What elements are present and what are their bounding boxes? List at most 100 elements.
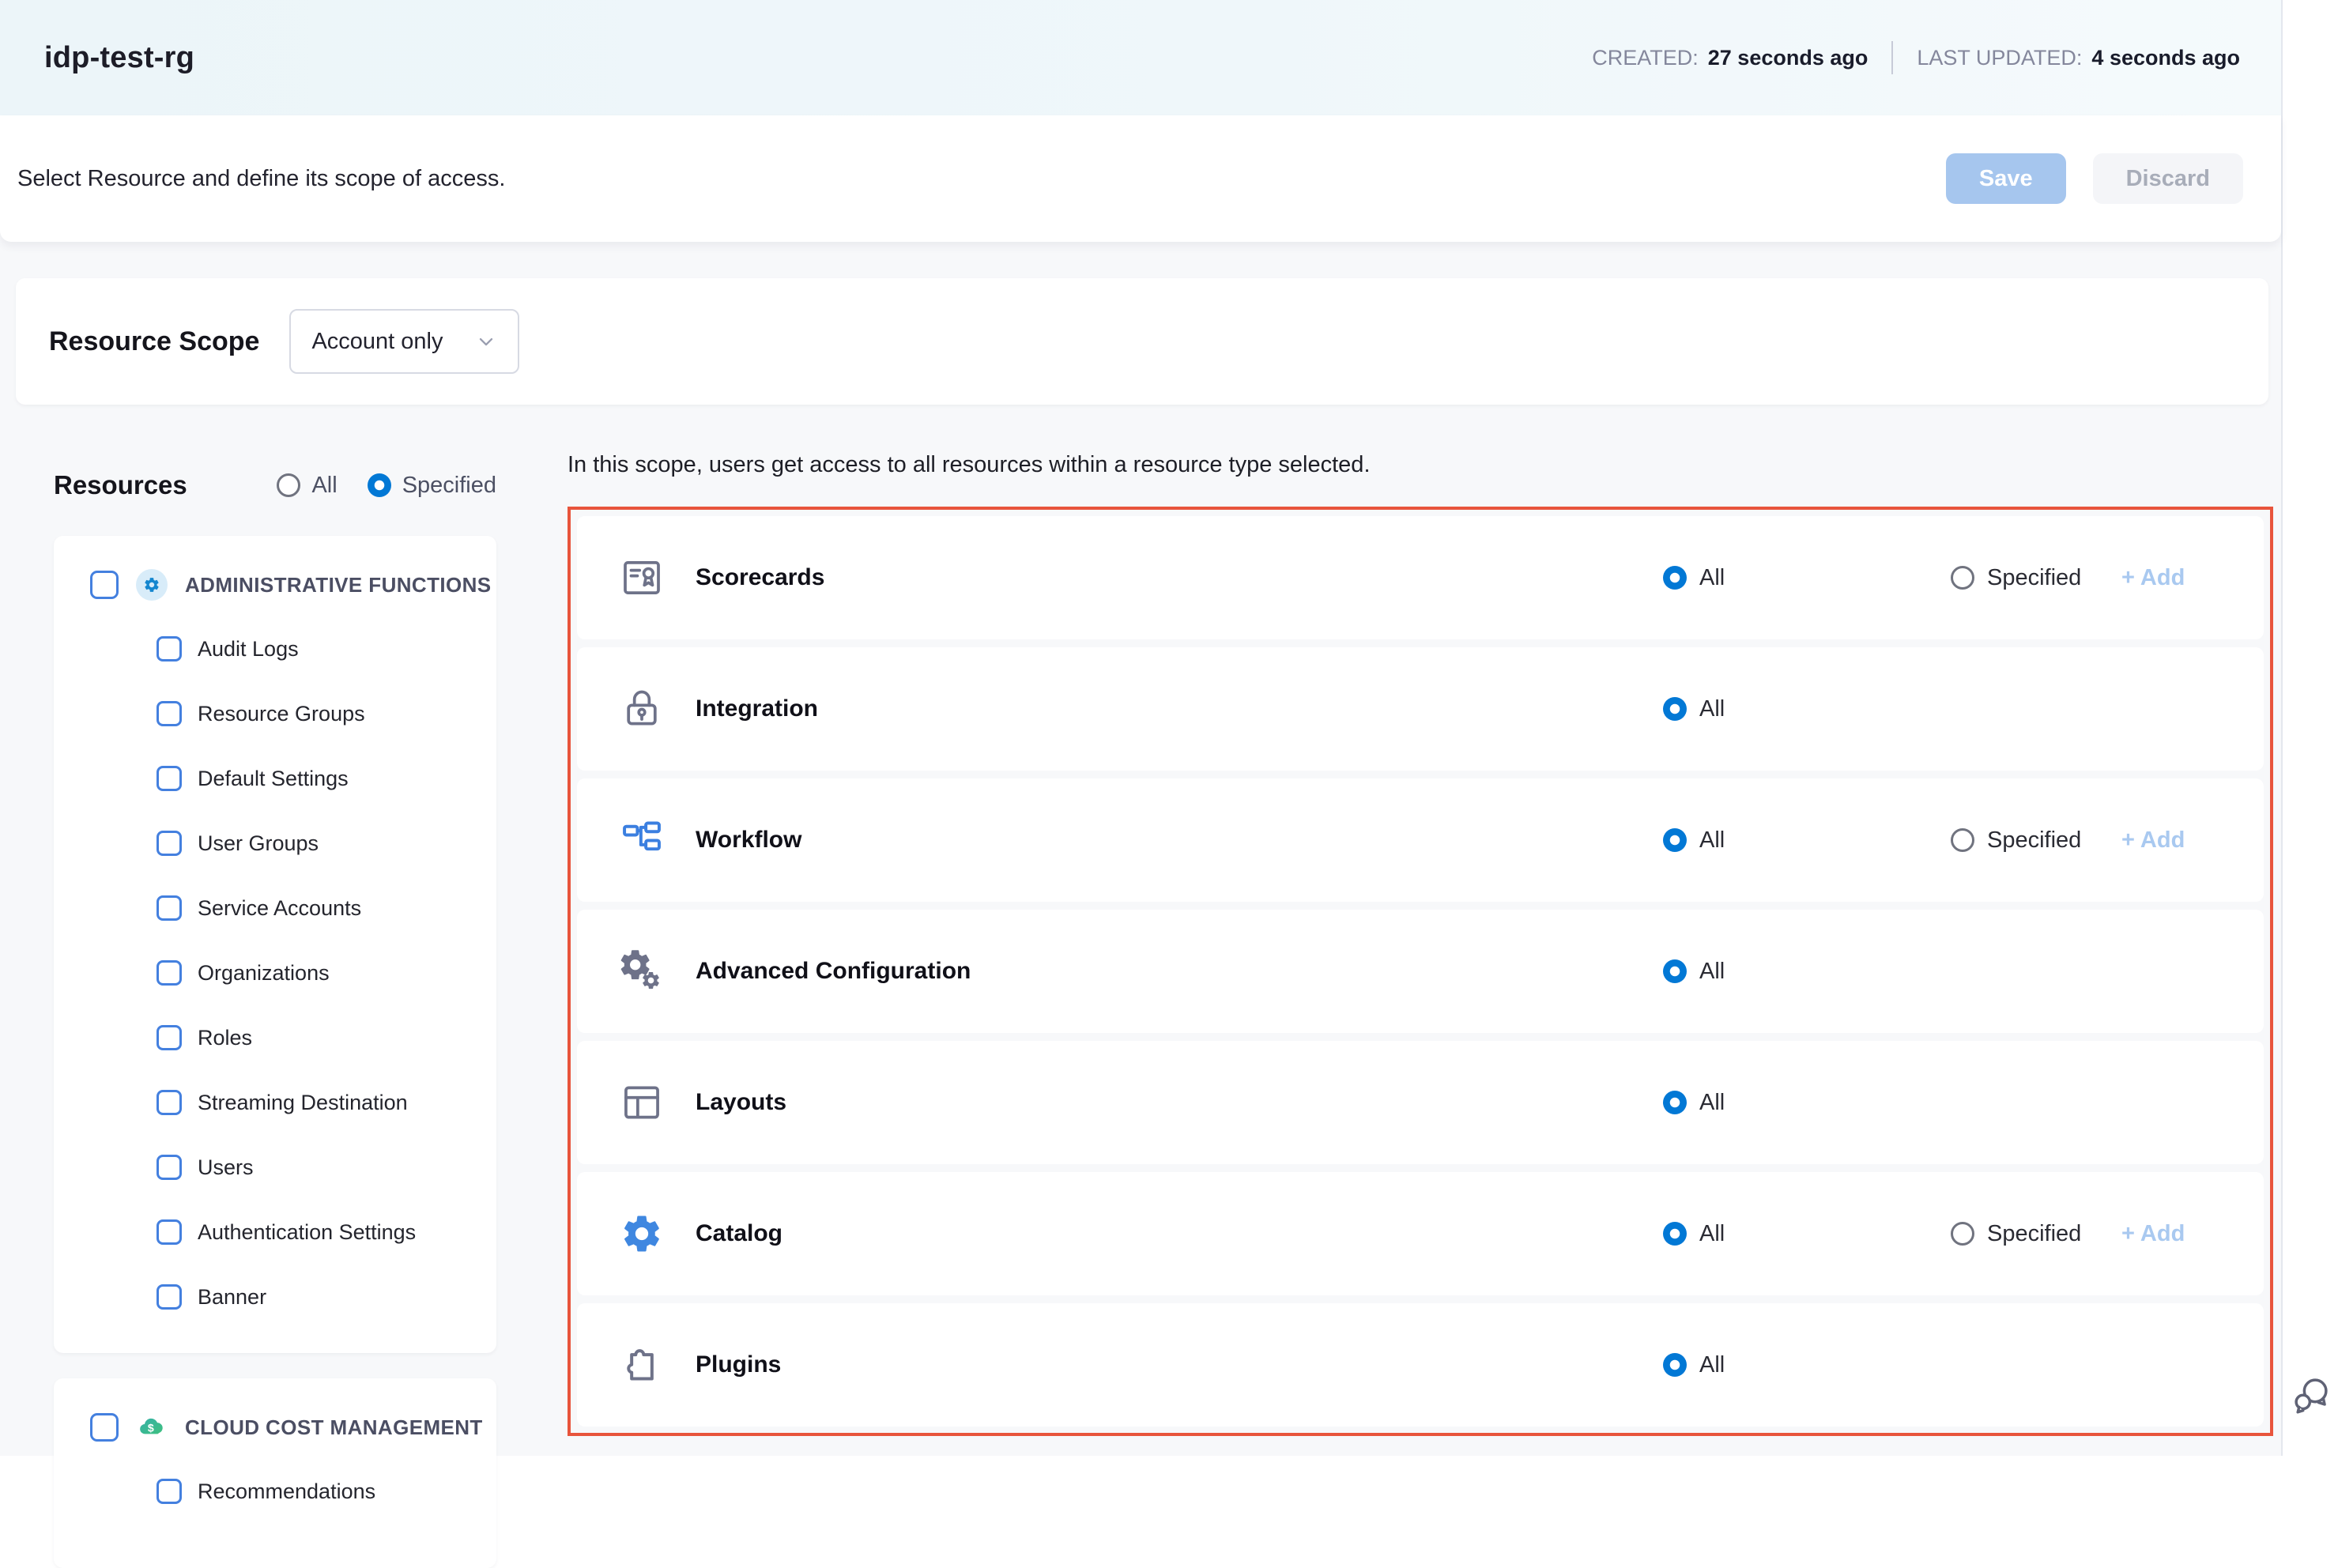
resources-group-card-0: ADMINISTRATIVE FUNCTIONS Audit Logs Resour… (54, 536, 496, 1353)
resources-specified-label: Specified (402, 473, 496, 499)
list-item[interactable]: Resource Groups (54, 681, 496, 746)
item-checkbox[interactable] (156, 636, 182, 662)
row-all-label: All (1699, 565, 1725, 591)
row-all-option[interactable]: All (1663, 1090, 1725, 1116)
resource-row-scorecards: Scorecards All Specified + Add (577, 516, 2264, 639)
item-checkbox[interactable] (156, 895, 182, 921)
row-all-option[interactable]: All (1663, 1221, 1725, 1247)
resource-scope-card: Resource Scope Account only (16, 278, 2268, 405)
list-item[interactable]: Service Accounts (54, 876, 496, 940)
add-link[interactable]: + Add (2121, 1221, 2185, 1247)
group-checkbox[interactable] (90, 1413, 119, 1442)
action-toolbar: Select Resource and define its scope of … (0, 115, 2281, 242)
list-item[interactable]: User Groups (54, 811, 496, 876)
row-all-label: All (1699, 827, 1725, 854)
svg-text:$: $ (148, 1422, 154, 1434)
row-all-option[interactable]: All (1663, 565, 1725, 591)
add-link[interactable]: + Add (2121, 827, 2185, 854)
list-item[interactable]: Authentication Settings (54, 1200, 496, 1265)
resource-scope-label: Resource Scope (49, 326, 259, 357)
item-label: Resource Groups (198, 702, 365, 726)
row-specified-label: Specified (1987, 827, 2081, 854)
header-meta: CREATED: 27 seconds ago LAST UPDATED: 4 … (1592, 41, 2240, 74)
row-all-label: All (1699, 1090, 1725, 1116)
save-button[interactable]: Save (1946, 153, 2066, 204)
list-item[interactable]: Users (54, 1135, 496, 1200)
row-all-label: All (1699, 696, 1725, 722)
group-checkbox[interactable] (90, 571, 119, 599)
resource-row-catalog: Catalog All Specified + Add (577, 1172, 2264, 1295)
row-specified-option[interactable]: Specified (1951, 565, 2081, 591)
resource-row-layouts: Layouts All (577, 1041, 2264, 1164)
resource-row-plugins: PluginsAll (577, 1303, 2264, 1427)
row-label: Scorecards (696, 564, 824, 591)
list-item[interactable]: Banner (54, 1265, 496, 1329)
row-all-radio[interactable] (1663, 1222, 1687, 1246)
row-all-option[interactable]: All (1663, 959, 1725, 985)
toolbar-actions: Save Discard (1946, 153, 2243, 204)
row-label: Catalog (696, 1220, 782, 1247)
item-label: Authentication Settings (198, 1220, 416, 1245)
list-item[interactable]: Organizations (54, 940, 496, 1005)
resources-all-radio[interactable]: All (277, 473, 337, 499)
scope-note: In this scope, users get access to all r… (568, 452, 1371, 478)
scorecard-icon (620, 556, 664, 600)
row-specified-radio[interactable] (1951, 1222, 1974, 1246)
row-all-radio[interactable] (1663, 828, 1687, 852)
updated-value: 4 seconds ago (2091, 46, 2240, 70)
resources-scope-radios: All Specified (277, 473, 496, 499)
item-checkbox[interactable] (156, 1284, 182, 1310)
row-all-option[interactable]: All (1663, 696, 1725, 722)
item-checkbox[interactable] (156, 1025, 182, 1050)
resources-group-card-1: $CLOUD COST MANAGEMENTRecommendations (54, 1378, 496, 1568)
item-checkbox[interactable] (156, 1219, 182, 1245)
group-label: ADMINISTRATIVE FUNCTIONS (185, 573, 492, 597)
item-checkbox[interactable] (156, 1479, 182, 1504)
radio-selected-icon[interactable] (368, 473, 391, 497)
item-checkbox[interactable] (156, 960, 182, 986)
discard-button[interactable]: Discard (2093, 153, 2243, 204)
item-checkbox[interactable] (156, 766, 182, 791)
radio-unselected-icon[interactable] (277, 473, 300, 497)
item-label: Banner (198, 1285, 266, 1310)
row-all-radio[interactable] (1663, 1353, 1687, 1377)
content-area: idp-test-rg CREATED: 27 seconds ago LAST… (0, 0, 2283, 1456)
row-label: Layouts (696, 1089, 786, 1116)
list-item[interactable]: Audit Logs (54, 616, 496, 681)
item-label: Roles (198, 1026, 252, 1050)
item-checkbox[interactable] (156, 701, 182, 726)
row-all-radio[interactable] (1663, 566, 1687, 590)
list-item[interactable]: Recommendations (54, 1459, 496, 1524)
list-item[interactable]: Roles (54, 1005, 496, 1070)
resource-scope-selected: Account only (311, 329, 443, 355)
item-checkbox[interactable] (156, 831, 182, 856)
chat-bubbles-icon[interactable] (2289, 1374, 2333, 1418)
created-value: 27 seconds ago (1708, 46, 1869, 70)
item-label: Default Settings (198, 767, 349, 791)
row-all-option[interactable]: All (1663, 827, 1725, 854)
row-all-radio[interactable] (1663, 959, 1687, 983)
row-all-radio[interactable] (1663, 1091, 1687, 1114)
row-specified-option[interactable]: Specified (1951, 1221, 2081, 1247)
row-all-radio[interactable] (1663, 697, 1687, 721)
resource-row-advanced-configuration: Advanced ConfigurationAll (577, 910, 2264, 1033)
row-specified-radio[interactable] (1951, 828, 1974, 852)
list-item[interactable]: Streaming Destination (54, 1070, 496, 1135)
page-title: idp-test-rg (44, 41, 194, 75)
resource-scope-dropdown[interactable]: Account only (289, 309, 519, 374)
item-label: Organizations (198, 961, 330, 986)
row-specified-option[interactable]: Specified (1951, 827, 2081, 854)
resources-specified-radio[interactable]: Specified (368, 473, 496, 499)
row-all-label: All (1699, 1221, 1725, 1247)
add-link[interactable]: + Add (2121, 565, 2185, 591)
row-all-option[interactable]: All (1663, 1352, 1725, 1378)
list-item[interactable]: Default Settings (54, 746, 496, 811)
resources-header: Resources All Specified (54, 461, 496, 510)
chevron-down-icon (475, 330, 497, 352)
item-checkbox[interactable] (156, 1155, 182, 1180)
puzzle-icon (620, 1343, 664, 1387)
item-checkbox[interactable] (156, 1090, 182, 1115)
row-specified-radio[interactable] (1951, 566, 1974, 590)
item-label: Service Accounts (198, 896, 361, 921)
row-label: Workflow (696, 827, 801, 854)
